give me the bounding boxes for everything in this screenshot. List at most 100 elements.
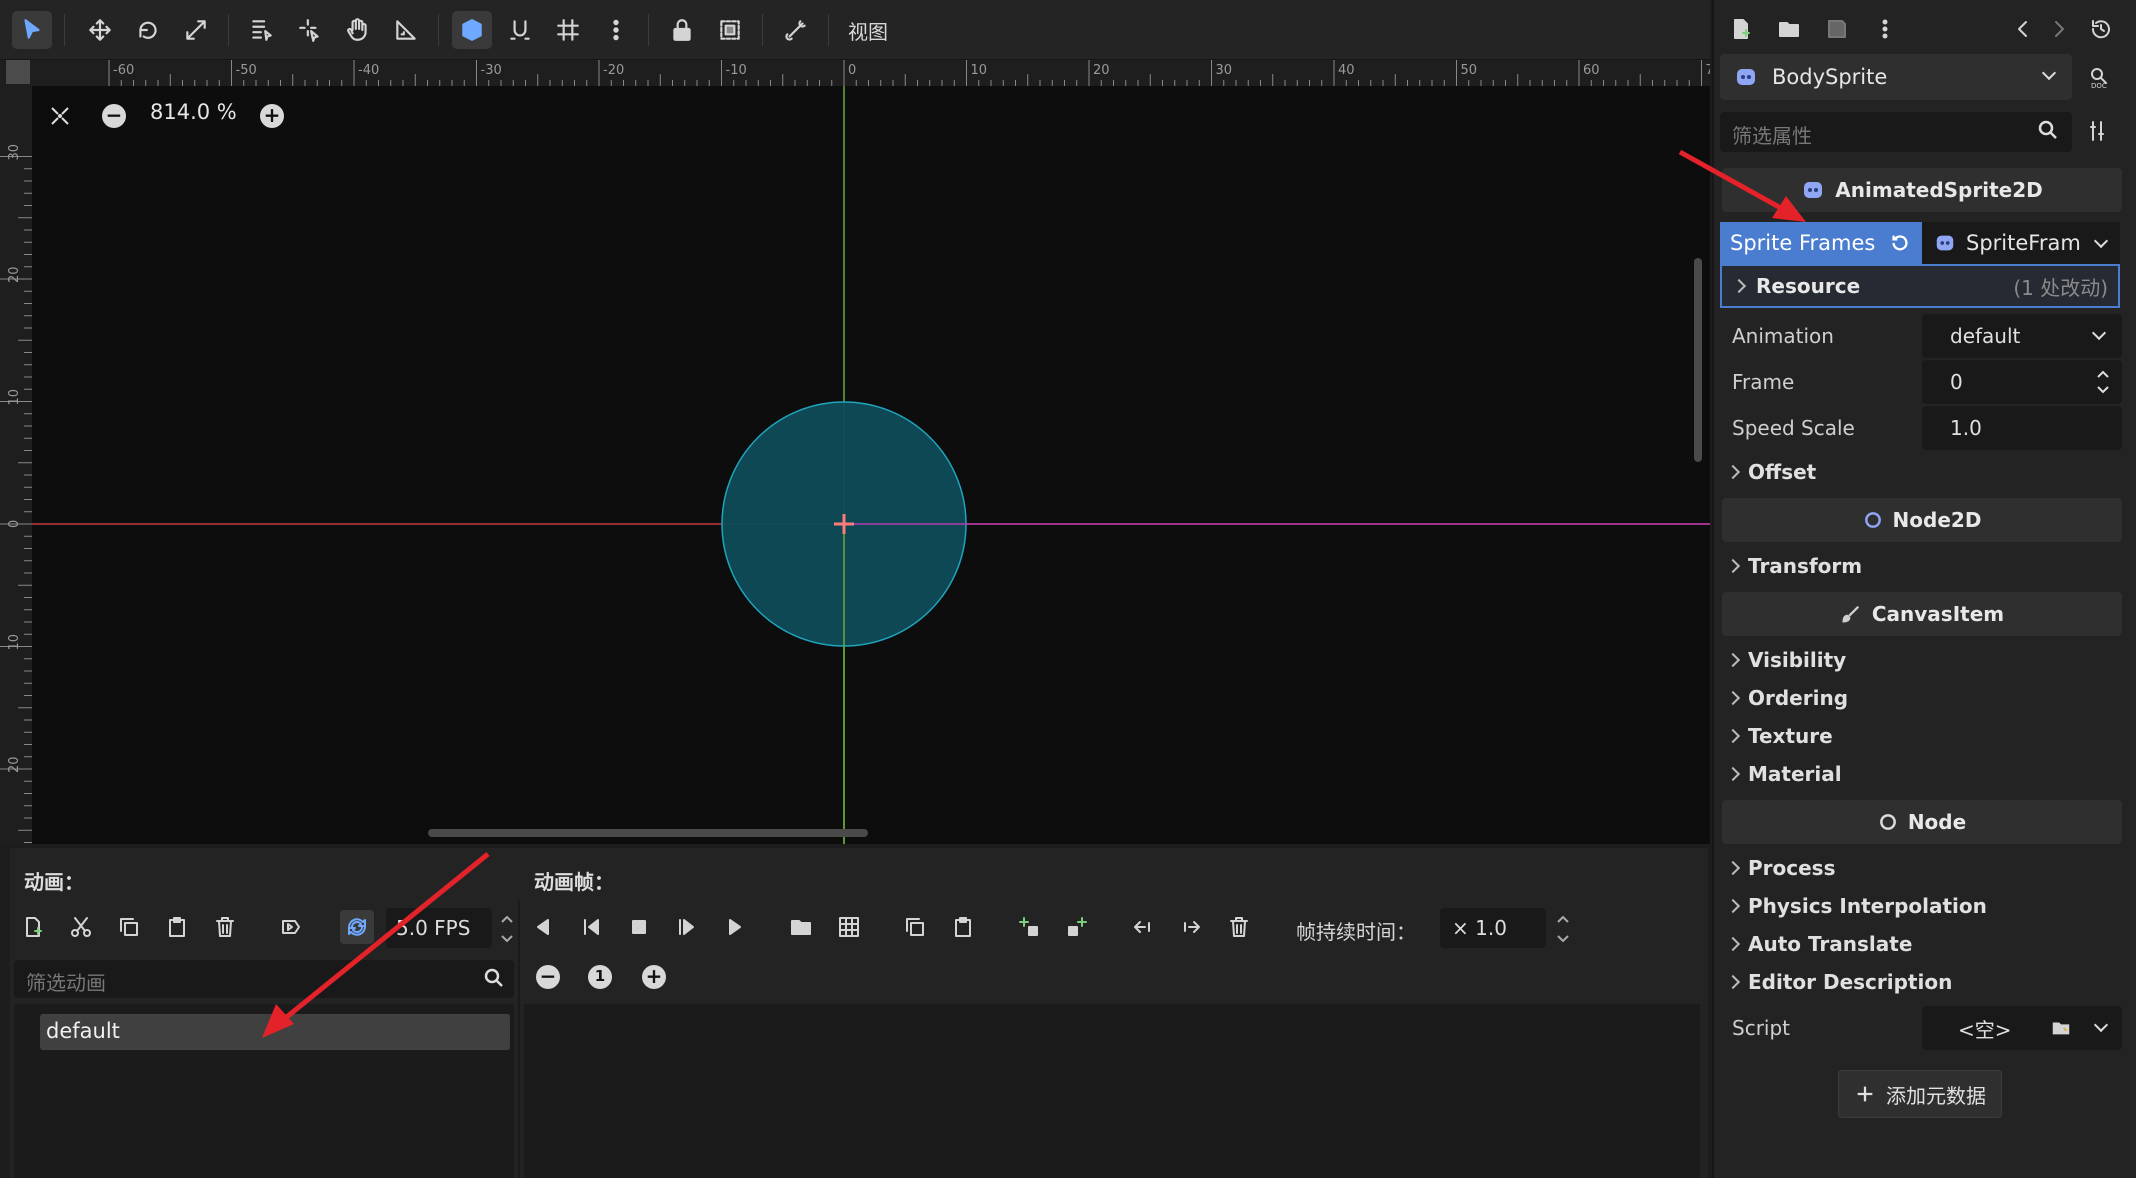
frame-duration-label: 帧持续时间：: [1296, 920, 1416, 944]
horizontal-scrollbar[interactable]: [428, 829, 868, 837]
group-visibility[interactable]: Visibility: [1725, 648, 1846, 672]
smart-snap-button[interactable]: [452, 11, 492, 49]
delete-frame-button[interactable]: [1222, 910, 1256, 944]
script-value: <空>: [1958, 1017, 2012, 1042]
ruler-label: -20: [603, 63, 624, 78]
animation-select[interactable]: default: [1922, 314, 2122, 358]
grid-snap-button[interactable]: [548, 11, 588, 49]
group-label: Process: [1748, 856, 1836, 880]
frame-spinbox[interactable]: 0: [1922, 360, 2122, 404]
filter-properties-input[interactable]: 筛选属性: [1720, 112, 2072, 152]
frames-zoom-in-button[interactable]: +: [642, 965, 666, 989]
group-physics-interpolation[interactable]: Physics Interpolation: [1725, 894, 1987, 918]
selectable-list-button[interactable]: [242, 11, 282, 49]
copy-frame-button[interactable]: [898, 910, 932, 944]
history-button[interactable]: [2084, 12, 2118, 46]
frames-grid[interactable]: [524, 1004, 1700, 1178]
group-texture[interactable]: Texture: [1725, 724, 1833, 748]
fps-field[interactable]: 5.0 FPS: [386, 908, 492, 948]
animations-label: 动画：: [24, 870, 84, 894]
cut-animation-button[interactable]: [64, 910, 98, 944]
pivot-mode-button[interactable]: [290, 11, 330, 49]
delete-animation-button[interactable]: [208, 910, 242, 944]
rotate-mode-button[interactable]: [128, 11, 168, 49]
zoom-in-button[interactable]: +: [260, 104, 284, 128]
history-icon: [2091, 20, 2110, 39]
filter-animations-input[interactable]: 筛选动画: [14, 960, 514, 998]
property-settings-button[interactable]: [2082, 114, 2116, 148]
frames-zoom-reset-button[interactable]: 1: [588, 965, 612, 989]
lock-button[interactable]: [662, 11, 702, 49]
add-frames-file-button[interactable]: [784, 910, 818, 944]
group-transform[interactable]: Transform: [1725, 554, 1862, 578]
pan-mode-button[interactable]: [338, 11, 378, 49]
add-metadata-button[interactable]: 添加元数据: [1838, 1070, 2002, 1118]
play-backwards-button[interactable]: [526, 910, 560, 944]
center-view-button[interactable]: [48, 104, 72, 128]
chevron-down-icon: [2093, 233, 2109, 249]
copy-icon: [906, 918, 924, 936]
panel-divider: [518, 900, 520, 1178]
paste-animation-button[interactable]: [160, 910, 194, 944]
new-resource-button[interactable]: [1724, 12, 1758, 46]
autoplay-icon: [282, 920, 300, 934]
history-back-button[interactable]: [2006, 12, 2040, 46]
history-forward-button[interactable]: [2042, 12, 2076, 46]
select-mode-button[interactable]: [12, 11, 52, 49]
paste-frame-button[interactable]: [946, 910, 980, 944]
move-frame-right-button[interactable]: [1174, 910, 1208, 944]
chevron-right-icon: [1725, 860, 1741, 876]
canvas-viewport[interactable]: [32, 86, 1710, 844]
ruler-label: 10: [7, 634, 22, 651]
node2d-icon: [1864, 512, 1881, 528]
node-selector[interactable]: BodySprite: [1720, 54, 2072, 100]
script-property-label: Script: [1732, 1016, 1791, 1040]
ruler-corner: [6, 60, 30, 84]
animation-item-default[interactable]: default: [40, 1014, 510, 1050]
paste-icon: [955, 917, 971, 937]
view-menu[interactable]: 视图: [848, 16, 888, 45]
play-backwards-start-button[interactable]: [574, 910, 608, 944]
group-material[interactable]: Material: [1725, 762, 1842, 786]
group-button[interactable]: [710, 11, 750, 49]
sprite-frames-resource-picker[interactable]: SpriteFram: [1922, 222, 2120, 264]
insert-before-icon: [1019, 917, 1038, 936]
insert-empty-before-button[interactable]: [1012, 910, 1046, 944]
open-resource-button[interactable]: [1772, 12, 1806, 46]
move-frame-left-button[interactable]: [1126, 910, 1160, 944]
skeleton-button[interactable]: [776, 11, 816, 49]
snap-options-button[interactable]: [500, 11, 540, 49]
duration-stepper[interactable]: [1554, 910, 1572, 948]
stop-button[interactable]: [622, 910, 656, 944]
scale-mode-button[interactable]: [176, 11, 216, 49]
speed-scale-field[interactable]: 1.0: [1922, 406, 2122, 450]
vertical-scrollbar[interactable]: [1694, 258, 1702, 462]
group-ordering[interactable]: Ordering: [1725, 686, 1848, 710]
group-process[interactable]: Process: [1725, 856, 1836, 880]
frame-duration-field[interactable]: × 1.0: [1440, 908, 1546, 948]
insert-empty-after-button[interactable]: [1060, 910, 1094, 944]
play-start-button[interactable]: [670, 910, 704, 944]
group-auto-translate[interactable]: Auto Translate: [1725, 932, 1912, 956]
play-button[interactable]: [718, 910, 752, 944]
ruler-mode-button[interactable]: [386, 11, 426, 49]
add-frames-sheet-button[interactable]: [832, 910, 866, 944]
snap-more-button[interactable]: [596, 11, 636, 49]
frames-zoom-out-button[interactable]: −: [536, 965, 560, 989]
resource-subsection[interactable]: Resource (1 处改动): [1720, 264, 2120, 308]
group-editor-description[interactable]: Editor Description: [1725, 970, 1952, 994]
script-picker[interactable]: <空>: [1922, 1006, 2122, 1050]
loop-button[interactable]: [340, 910, 374, 944]
group-offset[interactable]: Offset: [1725, 460, 1816, 484]
zoom-out-button[interactable]: −: [102, 104, 126, 128]
fps-stepper[interactable]: [498, 910, 516, 948]
open-docs-button[interactable]: DOC: [2082, 60, 2116, 94]
new-animation-button[interactable]: [16, 910, 50, 944]
inspector-more-button[interactable]: [1868, 12, 1902, 46]
sprite-frames-property[interactable]: Sprite Frames: [1720, 222, 1922, 264]
save-resource-button[interactable]: [1820, 12, 1854, 46]
copy-animation-button[interactable]: [112, 910, 146, 944]
autoplay-button[interactable]: [274, 910, 308, 944]
move-mode-button[interactable]: [80, 11, 120, 49]
zoom-level[interactable]: 814.0 %: [150, 100, 237, 124]
